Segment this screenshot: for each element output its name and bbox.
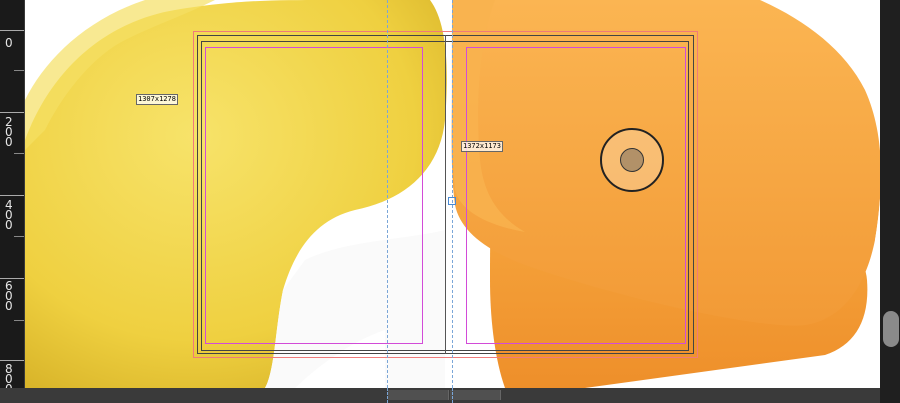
ruler-label-0: 0 — [5, 36, 13, 50]
scrollbar-corner — [880, 388, 900, 403]
column-guide[interactable] — [387, 0, 388, 388]
spread-spine — [445, 35, 446, 354]
left-image-size-label: 1307x1278 — [136, 94, 178, 105]
right-image-size-label: 1372x1173 — [461, 141, 503, 152]
anchor-point-icon[interactable] — [448, 197, 456, 205]
content-grabber-center[interactable] — [620, 148, 644, 172]
ruler-tick — [14, 236, 24, 237]
ruler-label-200: 200 — [5, 115, 13, 149]
right-page-margin — [466, 47, 686, 344]
ruler-tick — [0, 30, 24, 31]
ruler-label-400: 400 — [5, 198, 13, 232]
ruler-tick — [0, 112, 24, 113]
ruler-tick — [0, 195, 24, 196]
ruler-tick — [14, 320, 24, 321]
document-canvas[interactable]: 1307x1278 1372x1173 — [25, 0, 880, 388]
ruler-tick — [14, 153, 24, 154]
vertical-scrollbar-thumb[interactable] — [883, 311, 899, 347]
column-guide-extension — [387, 388, 388, 403]
column-guide[interactable] — [452, 0, 453, 388]
ruler-tick — [14, 70, 24, 71]
ruler-tick — [0, 360, 24, 361]
ruler-label-600: 600 — [5, 279, 13, 313]
vertical-ruler[interactable]: 0 200 400 600 800 — [0, 0, 25, 395]
horizontal-scrollbar-segment[interactable] — [388, 390, 449, 400]
horizontal-scroll-area[interactable] — [0, 388, 880, 403]
left-page-margin — [205, 47, 423, 344]
vertical-scrollbar[interactable] — [880, 0, 900, 403]
content-grabber-icon[interactable] — [600, 128, 664, 192]
column-guide-extension — [452, 388, 453, 403]
horizontal-scrollbar-segment[interactable] — [450, 390, 501, 400]
